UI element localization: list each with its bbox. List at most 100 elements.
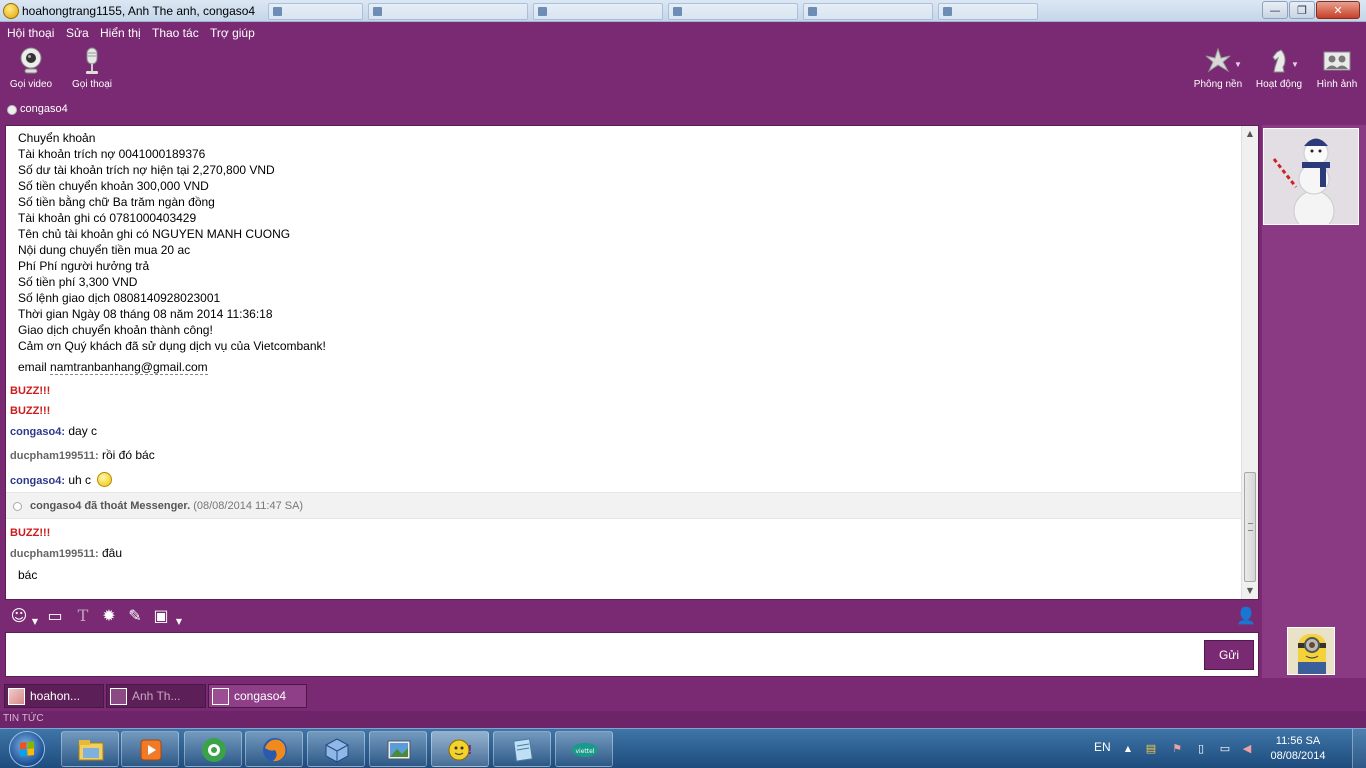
- battery-icon[interactable]: ▯: [1194, 742, 1208, 756]
- background-window-tab[interactable]: [368, 3, 528, 20]
- background-window-tab[interactable]: [533, 3, 663, 20]
- taskbar-app-active[interactable]: !: [431, 731, 489, 767]
- audibles-icon[interactable]: ▭: [46, 607, 64, 625]
- volume-muted-icon[interactable]: ◀: [1240, 742, 1254, 756]
- clock[interactable]: 11:56 SA 08/08/2014: [1263, 734, 1333, 764]
- system-notice-text: congaso4 đã thoát Messenger.: [30, 500, 191, 512]
- sender-nick[interactable]: ducpham199511:: [10, 450, 99, 462]
- message-line: Số tiền chuyển khoản 300,000 VND: [18, 179, 209, 193]
- message-line: Tài khoản trích nợ 0041000189376: [18, 147, 206, 161]
- svg-text:!: !: [467, 743, 472, 757]
- contact-header: congaso4: [0, 100, 1366, 120]
- message-line: Số lệnh giao dịch 0808140928023001: [18, 291, 221, 305]
- news-strip: TIN TỨC: [0, 711, 1366, 728]
- window-favicon-icon: [673, 7, 682, 16]
- attach-file-icon[interactable]: ✎: [126, 607, 144, 625]
- taskbar-app[interactable]: [184, 731, 242, 767]
- wallpaper-label: Phông nền: [1193, 79, 1243, 90]
- activities-button[interactable]: Hoạt động: [1249, 46, 1309, 90]
- activities-label: Hoạt động: [1255, 79, 1303, 90]
- scroll-up-icon[interactable]: ▲: [1242, 126, 1258, 142]
- contact-name[interactable]: congaso4: [20, 103, 68, 115]
- chat-message: ducpham199511: rồi đó bác: [10, 448, 155, 462]
- svg-text:viettel: viettel: [576, 748, 595, 755]
- message-text: day c: [68, 424, 98, 438]
- text-format-icon[interactable]: T: [74, 607, 92, 625]
- minimize-button[interactable]: —: [1262, 1, 1288, 19]
- message-line: Nội dung chuyển tiền mua 20 ac: [18, 243, 191, 257]
- message-line: Số tiền bằng chữ Ba trăm ngàn đồng: [18, 195, 215, 209]
- message-line: Tên chủ tài khoản ghi có NGUYEN MANH CUO…: [18, 227, 291, 241]
- grip-icon: [1248, 523, 1253, 531]
- message-line: Phí Phí người hưởng trả: [18, 259, 150, 273]
- video-call-button[interactable]: Gọi video: [1, 46, 61, 90]
- maximize-button[interactable]: ❐: [1289, 1, 1315, 19]
- display-icon[interactable]: ▭: [1218, 742, 1232, 756]
- chevron-down-icon[interactable]: ▼: [1234, 60, 1242, 69]
- background-window-tab[interactable]: [668, 3, 798, 20]
- conversation-tab[interactable]: Anh Th...: [106, 684, 206, 708]
- conversation-tab[interactable]: congaso4: [208, 684, 307, 708]
- message-text: uh c: [68, 473, 92, 487]
- coccoc-browser-icon: [202, 738, 226, 762]
- contact-info-icon[interactable]: 👤: [1236, 607, 1256, 625]
- message-line: Số dư tài khoản trích nợ hiện tại 2,270,…: [18, 163, 275, 177]
- taskbar-app[interactable]: [307, 731, 365, 767]
- chevron-down-icon[interactable]: ▼: [170, 613, 188, 631]
- scroll-down-icon[interactable]: ▼: [1242, 583, 1258, 599]
- menu-edit[interactable]: Sửa: [66, 26, 89, 40]
- menu-help[interactable]: Trợ giúp: [210, 26, 255, 40]
- action-center-icon[interactable]: ⚑: [1170, 742, 1184, 756]
- start-button[interactable]: [2, 730, 52, 768]
- taskbar-app[interactable]: [369, 731, 427, 767]
- taskbar-app[interactable]: [493, 731, 551, 767]
- voice-call-button[interactable]: Gọi thoại: [62, 46, 122, 90]
- photos-button[interactable]: Hình ảnh: [1307, 46, 1366, 90]
- window-favicon-icon: [273, 7, 282, 16]
- news-label[interactable]: TIN TỨC: [3, 713, 44, 724]
- contact-avatar[interactable]: [1263, 128, 1359, 225]
- voice-call-label: Gọi thoại: [71, 79, 113, 90]
- menu-actions[interactable]: Thao tác: [152, 26, 199, 40]
- message-input[interactable]: [10, 637, 1195, 673]
- tab-label: hoahon...: [30, 689, 81, 703]
- system-notice: congaso4 đã thoát Messenger. (08/08/2014…: [6, 492, 1242, 519]
- share-photo-icon[interactable]: ▣: [152, 607, 170, 625]
- chat-message: ducpham199511: đâu: [10, 546, 122, 560]
- taskbar-app[interactable]: viettel: [555, 731, 613, 767]
- notepad-icon: [513, 738, 533, 762]
- language-indicator[interactable]: EN: [1094, 740, 1111, 754]
- close-button[interactable]: ✕: [1316, 1, 1360, 19]
- microphone-icon: [86, 47, 98, 74]
- conversation-tab[interactable]: hoahon...: [4, 684, 104, 708]
- conversation-scrollbar[interactable]: ▲ ▼: [1241, 126, 1258, 599]
- webcam-icon: [20, 47, 42, 74]
- background-window-tab[interactable]: [803, 3, 933, 20]
- send-button[interactable]: Gửi: [1204, 640, 1254, 670]
- status-offline-icon: [13, 502, 22, 511]
- background-window-tab[interactable]: [268, 3, 363, 20]
- conversation-history[interactable]: Chuyển khoản Tài khoản trích nợ 00410001…: [5, 125, 1259, 600]
- sender-nick[interactable]: congaso4:: [10, 475, 65, 487]
- scrollbar-thumb[interactable]: [1244, 472, 1256, 582]
- chat-message: congaso4: uh c: [10, 472, 113, 487]
- chevron-down-icon[interactable]: ▼: [26, 613, 44, 631]
- chevron-down-icon[interactable]: ▼: [1291, 60, 1299, 69]
- menu-view[interactable]: Hiển thị: [100, 26, 141, 40]
- email-link[interactable]: namtranbanhang@gmail.com: [50, 360, 208, 375]
- background-window-tab[interactable]: [938, 3, 1038, 20]
- menu-conversation[interactable]: Hội thoại: [7, 26, 54, 40]
- wallpaper-icon: [1205, 47, 1231, 73]
- taskbar-app[interactable]: [245, 731, 303, 767]
- sender-nick[interactable]: ducpham199511:: [10, 548, 99, 560]
- buzz-icon[interactable]: ✹: [100, 607, 118, 625]
- show-hidden-icons-icon[interactable]: ▲: [1121, 742, 1135, 756]
- message-line: Thời gian Ngày 08 tháng 08 năm 2014 11:3…: [18, 307, 273, 321]
- network-icon[interactable]: ▤: [1144, 742, 1158, 756]
- taskbar-app[interactable]: [61, 731, 119, 767]
- yahoo-messenger-icon: [3, 3, 19, 19]
- sender-nick[interactable]: congaso4:: [10, 426, 65, 438]
- show-desktop-button[interactable]: [1352, 729, 1366, 768]
- my-avatar[interactable]: [1287, 627, 1335, 675]
- taskbar-app[interactable]: [121, 731, 179, 767]
